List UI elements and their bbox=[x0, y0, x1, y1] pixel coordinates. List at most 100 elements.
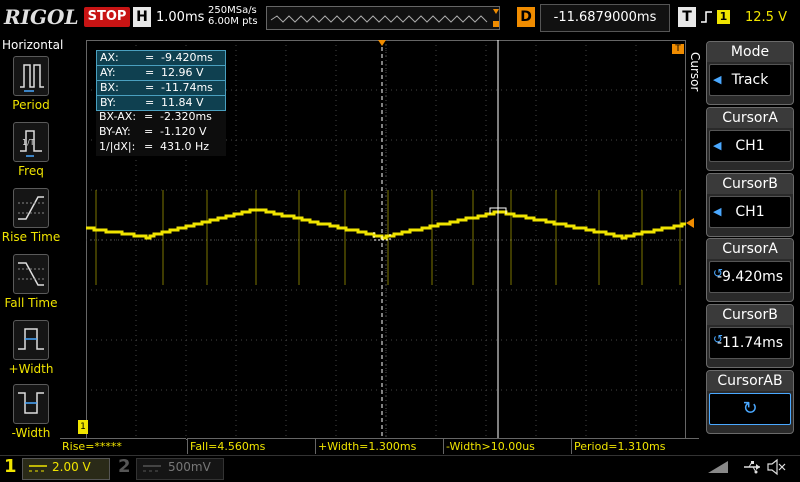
measurement-fall[interactable]: Fall=4.560ms bbox=[187, 438, 315, 454]
trigger-level: 12.5 V bbox=[745, 10, 787, 25]
measurement-fall-text: Fall=4.560ms bbox=[190, 440, 266, 453]
left-triangle-icon: ◀ bbox=[713, 205, 722, 218]
cursor-readout-panel: AX: = -9.420ms AY: = 12.96 V BX: = -11.74ms BY… bbox=[96, 50, 226, 156]
cursor-by-value: 11.84 V bbox=[161, 96, 204, 109]
cursor-ab-label: CursorAB bbox=[707, 371, 793, 391]
measure-freq-button[interactable]: 1/T Freq bbox=[0, 122, 62, 178]
ch2-scale: 500mV bbox=[168, 460, 211, 474]
cursor-a-source-label: CursorA bbox=[707, 108, 793, 128]
cursor-by-eq: = bbox=[145, 96, 155, 109]
cursor-dx-row: BX-AX: = -2.320ms bbox=[96, 110, 224, 124]
rise-time-icon bbox=[13, 188, 49, 228]
cursor-by-row: BY: = 11.84 V bbox=[96, 95, 226, 111]
sample-rate: 250MSa/s bbox=[208, 5, 257, 16]
measurement-period[interactable]: Period=1.310ms bbox=[571, 438, 699, 454]
trigger-position-marker[interactable] bbox=[378, 40, 386, 46]
cursor-b-source-button[interactable]: CursorB ◀ CH1 bbox=[706, 173, 794, 237]
speaker-muted-icon[interactable] bbox=[766, 458, 788, 479]
minus-width-label: -Width bbox=[11, 426, 51, 440]
cursor-ay-key: AY: bbox=[100, 66, 116, 79]
cursor-ay-row: AY: = 12.96 V bbox=[96, 65, 226, 81]
cursor-ax-row: AX: = -9.420ms bbox=[96, 50, 226, 66]
measurement-plus-width-text: +Width=1.300ms bbox=[318, 440, 417, 453]
cursor-dx-value: -2.320ms bbox=[160, 110, 212, 123]
cursor-inv-dx-value: 431.0 Hz bbox=[160, 140, 210, 153]
cursor-b-position-label: CursorB bbox=[707, 305, 793, 325]
ch2-number[interactable]: 2 bbox=[118, 456, 131, 477]
cursor-dx-key: BX-AX: bbox=[99, 110, 137, 123]
ch1-ground-marker[interactable]: 1 bbox=[78, 420, 88, 434]
rise-time-label: Rise Time bbox=[1, 230, 61, 244]
cursor-bx-key: BX: bbox=[100, 81, 119, 94]
measure-period-button[interactable]: Period bbox=[0, 56, 62, 112]
measurement-rise[interactable]: Rise=***** bbox=[60, 438, 186, 454]
memory-waveform-overview bbox=[267, 7, 499, 29]
dc-coupling-icon bbox=[143, 465, 161, 472]
ch1-scale: 2.00 V bbox=[52, 460, 91, 474]
acquisition-info: 250MSa/s 6.00M pts bbox=[208, 5, 258, 27]
trigger-indicator: T bbox=[678, 7, 696, 27]
cursor-ab-button[interactable]: CursorAB ↻ bbox=[706, 370, 794, 434]
fall-time-icon bbox=[13, 254, 49, 294]
cursor-dy-value: -1.120 V bbox=[160, 125, 207, 138]
cursor-ab-knob-box: ↻ bbox=[709, 393, 791, 425]
cursor-dy-key: BY-AY: bbox=[99, 125, 131, 138]
plus-width-label: +Width bbox=[8, 362, 54, 376]
trigger-level-marker[interactable] bbox=[686, 218, 694, 228]
cursor-b-position-value: -11.74ms bbox=[716, 335, 784, 351]
freq-icon: 1/T bbox=[13, 122, 49, 162]
knob-icon: ↺ bbox=[713, 266, 724, 280]
measure-fall-time-button[interactable]: Fall Time bbox=[0, 254, 62, 310]
menu-arrow-icon[interactable] bbox=[702, 457, 734, 477]
cursor-a-source-button[interactable]: CursorA ◀ CH1 bbox=[706, 107, 794, 171]
left-triangle-icon: ◀ bbox=[713, 73, 722, 86]
svg-text:1/T: 1/T bbox=[22, 138, 35, 147]
run-stop-indicator[interactable]: STOP bbox=[84, 7, 130, 27]
cursor-ay-eq: = bbox=[145, 66, 155, 79]
knob-icon: ↺ bbox=[713, 332, 724, 346]
measurement-plus-width[interactable]: +Width=1.300ms bbox=[315, 438, 443, 454]
cursor-bx-value: -11.74ms bbox=[161, 81, 213, 94]
cursor-by-key: BY: bbox=[100, 96, 116, 109]
cursor-inv-dx-eq: = bbox=[144, 140, 154, 153]
measure-plus-width-button[interactable]: +Width bbox=[0, 320, 62, 376]
period-icon bbox=[13, 56, 49, 96]
cursor-bx-eq: = bbox=[145, 81, 155, 94]
cursor-bx-row: BX: = -11.74ms bbox=[96, 80, 226, 96]
cursor-b-source-value-box: ◀ CH1 bbox=[709, 196, 791, 228]
measure-menu-title: Horizontal bbox=[2, 38, 64, 52]
period-label: Period bbox=[12, 98, 50, 112]
cursor-dy-eq: = bbox=[144, 125, 154, 138]
ch1-number[interactable]: 1 bbox=[4, 456, 17, 477]
cursor-ay-value: 12.96 V bbox=[161, 66, 204, 79]
knob-icon: ↻ bbox=[742, 398, 758, 419]
measure-rise-time-button[interactable]: Rise Time bbox=[0, 188, 62, 244]
rising-edge-icon bbox=[700, 10, 714, 28]
trigger-source: 1 bbox=[717, 10, 730, 24]
measure-minus-width-button[interactable]: -Width bbox=[0, 384, 62, 440]
plus-width-icon bbox=[13, 320, 49, 360]
cursor-dy-row: BY-AY: = -1.120 V bbox=[96, 125, 224, 139]
freq-label: Freq bbox=[18, 164, 44, 178]
delay-position[interactable]: -11.6879000ms bbox=[540, 4, 670, 32]
cursor-mode-button[interactable]: Mode ◀ Track bbox=[706, 41, 794, 105]
cursor-b-position-button[interactable]: CursorB ↺ -11.74ms bbox=[706, 304, 794, 368]
cursor-a-source-value: CH1 bbox=[735, 138, 765, 154]
cursor-dx-eq: = bbox=[144, 110, 154, 123]
delay-indicator: D bbox=[517, 7, 535, 27]
left-triangle-icon: ◀ bbox=[713, 139, 722, 152]
usb-icon bbox=[742, 460, 762, 477]
cursor-b-source-label: CursorB bbox=[707, 174, 793, 194]
cursor-a-position-button[interactable]: CursorA ↺ -9.420ms bbox=[706, 238, 794, 302]
cursor-inv-dx-key: 1/|dX|: bbox=[99, 140, 136, 153]
cursor-ax-value: -9.420ms bbox=[161, 51, 213, 64]
fall-time-label: Fall Time bbox=[4, 296, 58, 310]
cursor-mode-label: Mode bbox=[707, 42, 793, 62]
cursor-menu-title: Cursor bbox=[688, 52, 702, 92]
timebase-value: 1.00ms bbox=[156, 10, 205, 25]
measurement-minus-width[interactable]: -Width>10.00us bbox=[443, 438, 571, 454]
measurement-period-text: Period=1.310ms bbox=[574, 440, 666, 453]
trigger-time-marker[interactable]: T bbox=[672, 44, 684, 54]
dc-coupling-icon bbox=[29, 465, 47, 472]
cursor-a-source-value-box: ◀ CH1 bbox=[709, 130, 791, 162]
